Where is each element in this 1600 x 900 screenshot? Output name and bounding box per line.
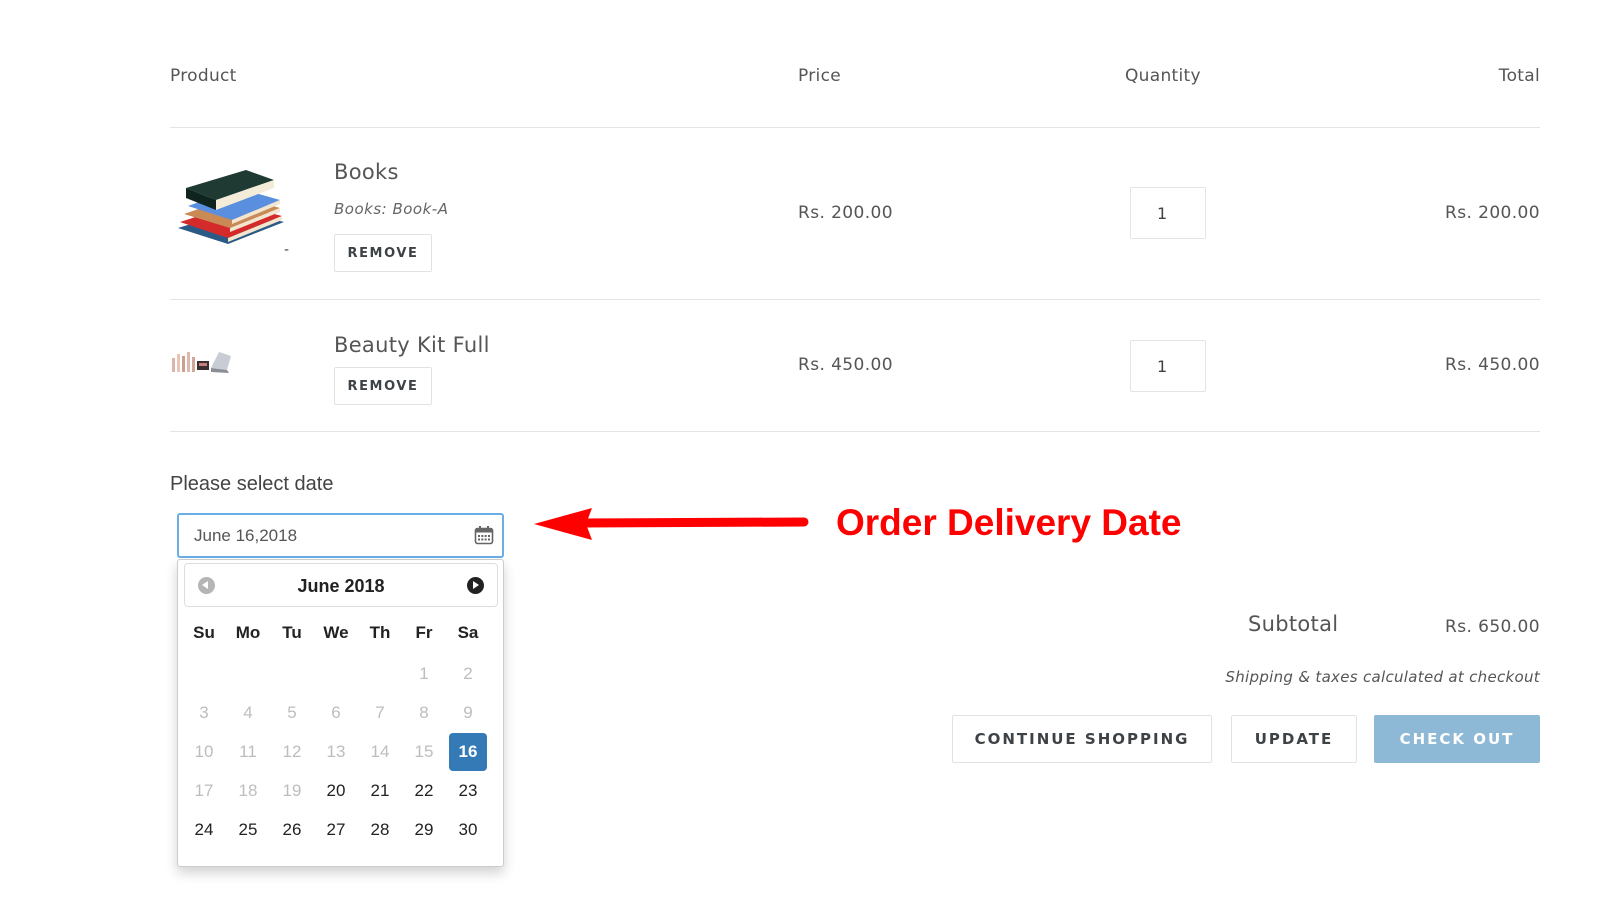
day-cell: 11 bbox=[239, 742, 257, 761]
day-cell: 19 bbox=[282, 781, 302, 800]
weekday-label: Su bbox=[193, 623, 215, 642]
quantity-input[interactable] bbox=[1130, 340, 1206, 392]
day-cell: 17 bbox=[194, 781, 214, 800]
quantity-input[interactable] bbox=[1130, 187, 1206, 239]
day-cell[interactable]: 21 bbox=[361, 772, 399, 810]
product-title[interactable]: Books bbox=[334, 160, 399, 184]
day-cell: 12 bbox=[282, 742, 302, 761]
day-cell[interactable]: 27 bbox=[317, 811, 355, 849]
next-month-icon[interactable] bbox=[467, 577, 484, 594]
day-cell: 13 bbox=[326, 742, 346, 761]
day-cell[interactable]: 23 bbox=[449, 772, 487, 810]
weekday-label: Mo bbox=[235, 623, 261, 642]
weekday-label: Tu bbox=[282, 623, 302, 642]
day-cell: 3 bbox=[199, 703, 209, 722]
day-cell[interactable]: 20 bbox=[317, 772, 355, 810]
column-header-total: Total bbox=[1498, 66, 1540, 86]
divider bbox=[170, 127, 1540, 128]
product-variant: Books: Book-A bbox=[334, 200, 449, 218]
product-price: Rs. 200.00 bbox=[798, 203, 893, 223]
day-cell: 9 bbox=[463, 703, 473, 722]
datepicker-header: June 2018 bbox=[184, 563, 498, 607]
weekday-label: Fr bbox=[415, 623, 433, 642]
divider bbox=[170, 431, 1540, 432]
day-cell[interactable]: 24 bbox=[185, 811, 223, 849]
remove-button[interactable]: REMOVE bbox=[334, 234, 432, 272]
product-price: Rs. 450.00 bbox=[798, 355, 893, 375]
divider bbox=[170, 299, 1540, 300]
books-stack-image[interactable] bbox=[176, 166, 286, 252]
day-cell[interactable]: 30 bbox=[449, 811, 487, 849]
column-header-quantity: Quantity bbox=[1125, 66, 1201, 86]
day-cell[interactable]: 29 bbox=[405, 811, 443, 849]
day-cell: 18 bbox=[238, 781, 258, 800]
line-total: Rs. 450.00 bbox=[1445, 355, 1540, 375]
beauty-kit-image[interactable] bbox=[171, 348, 233, 374]
update-button[interactable]: UPDATE bbox=[1231, 715, 1357, 763]
weekday-label: We bbox=[323, 623, 349, 642]
subtotal-label: Subtotal bbox=[1248, 612, 1339, 636]
day-cell-selected[interactable]: 16 bbox=[449, 733, 487, 771]
day-cell[interactable]: 28 bbox=[361, 811, 399, 849]
day-cell: 8 bbox=[419, 703, 429, 722]
column-header-price: Price bbox=[798, 66, 841, 86]
day-cell[interactable]: 25 bbox=[229, 811, 267, 849]
weekday-label: Th bbox=[369, 623, 391, 642]
annotation-arrow-icon bbox=[534, 508, 809, 540]
day-cell: 14 bbox=[370, 742, 390, 761]
item-extra-text: - bbox=[284, 242, 290, 258]
day-cell: 6 bbox=[331, 703, 341, 722]
calendar-icon[interactable] bbox=[474, 525, 494, 545]
date-label: Please select date bbox=[170, 473, 334, 495]
weekday-label: Sa bbox=[457, 623, 479, 642]
line-total: Rs. 200.00 bbox=[1445, 203, 1540, 223]
delivery-date-input[interactable] bbox=[177, 513, 504, 558]
continue-shopping-button[interactable]: CONTINUE SHOPPING bbox=[952, 715, 1212, 763]
datepicker-dropdown: June 2018 Su Mo Tu We Th Fr Sa 1 2 3 4 5 6 7 8 9 10 11 12… bbox=[177, 559, 504, 867]
product-title[interactable]: Beauty Kit Full bbox=[334, 333, 490, 357]
day-cell: 1 bbox=[419, 664, 429, 683]
column-header-product: Product bbox=[170, 66, 237, 86]
day-cell: 15 bbox=[414, 742, 434, 761]
day-cell: 10 bbox=[194, 742, 214, 761]
day-cell: 7 bbox=[375, 703, 385, 722]
shipping-note: Shipping & taxes calculated at checkout bbox=[1225, 668, 1540, 686]
day-cell: 5 bbox=[287, 703, 297, 722]
day-cell[interactable]: 26 bbox=[273, 811, 311, 849]
annotation-label: Order Delivery Date bbox=[836, 502, 1182, 543]
day-cell[interactable]: 22 bbox=[405, 772, 443, 810]
month-title: June 2018 bbox=[297, 576, 385, 596]
checkout-button[interactable]: CHECK OUT bbox=[1374, 715, 1540, 763]
subtotal-value: Rs. 650.00 bbox=[1445, 617, 1540, 637]
remove-button[interactable]: REMOVE bbox=[334, 367, 432, 405]
day-cell: 4 bbox=[243, 703, 253, 722]
day-cell: 2 bbox=[463, 664, 473, 683]
